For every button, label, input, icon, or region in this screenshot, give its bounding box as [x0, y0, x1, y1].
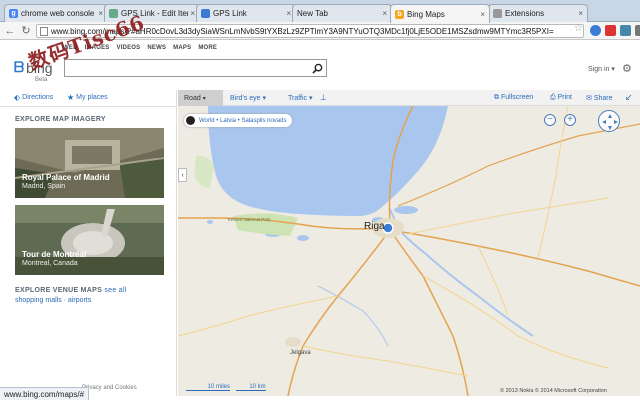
venue-maps-heading: EXPLORE VENUE MAPS see all — [15, 287, 127, 294]
extension-blue-icon[interactable] — [620, 25, 631, 36]
divider — [0, 106, 177, 107]
map-toolbar: Road ▾ Bird's eye ▾ Traffic ▾ ⊥ ⧉ Fullsc… — [178, 90, 640, 106]
city-label-riga: Riga — [364, 221, 385, 232]
traffic-button[interactable]: Traffic ▾ — [288, 94, 313, 102]
tab-new-tab[interactable]: New Tab × — [292, 4, 392, 22]
chevron-left-icon: ‹ — [181, 171, 184, 179]
reload-icon[interactable]: ↻ — [20, 25, 32, 37]
browser-status-bar: www.bing.com/maps/# — [0, 387, 90, 400]
tab-chrome-web-console[interactable]: g chrome web console sto × — [4, 4, 108, 22]
location-breadcrumb[interactable]: World • Latvia • Salaspils novads — [184, 114, 293, 127]
close-icon[interactable]: × — [98, 9, 103, 18]
left-panel: ⬖ Directions ★ My places EXPLORE MAP IMA… — [0, 90, 177, 396]
bing-logo-icon: ᗷ — [14, 59, 25, 75]
nav-videos[interactable]: VIDEOS — [116, 45, 140, 51]
close-icon[interactable]: × — [382, 9, 387, 18]
close-icon[interactable]: × — [578, 9, 583, 18]
close-icon[interactable]: × — [190, 9, 195, 18]
map-pin-icon — [201, 9, 210, 18]
zoom-in-button[interactable]: + — [564, 114, 576, 126]
map-scale: 10 miles 10 km — [186, 384, 266, 391]
map-graphic — [178, 106, 640, 396]
park-label-kemeri: Kemeri National Park — [228, 217, 271, 222]
explore-imagery-heading: EXPLORE MAP IMAGERY — [15, 116, 106, 123]
print-icon: ⎙ — [550, 94, 556, 101]
google-icon: g — [9, 9, 18, 18]
print-button[interactable]: ⎙ Print — [550, 94, 572, 102]
privacy-link[interactable]: Privacy and Cookies — [82, 385, 137, 391]
nav-news[interactable]: NEWS — [147, 45, 166, 51]
tab-bing-maps[interactable]: b Bing Maps × — [390, 4, 490, 23]
browser-tab-strip: g chrome web console sto × GPS Link - Ed… — [0, 0, 640, 23]
extension-red-icon[interactable] — [605, 25, 616, 36]
map-canvas[interactable]: Riga Jelgava Kemeri National Park World … — [178, 106, 640, 396]
share-icon: ✉ — [586, 95, 592, 102]
extension-icons — [590, 25, 640, 36]
close-icon[interactable]: × — [286, 9, 291, 18]
bing-icon: b — [395, 9, 404, 19]
directions-link[interactable]: ⬖ Directions — [14, 93, 53, 102]
search-button[interactable] — [308, 60, 326, 76]
gps-extension-icon[interactable] — [590, 25, 601, 36]
globe-icon — [186, 116, 195, 125]
venue-links[interactable]: shopping malls · airports — [15, 297, 91, 304]
fullscreen-button[interactable]: ⧉ Fullscreen — [494, 94, 533, 102]
star-icon: ★ — [67, 93, 75, 102]
chevron-down-icon: ▾ — [202, 95, 206, 102]
fullscreen-icon: ⧉ — [494, 94, 499, 101]
collapse-arrow-icon[interactable]: ↙ — [625, 92, 633, 103]
road-view-button[interactable]: Road ▾ — [178, 90, 223, 106]
page-icon — [40, 27, 48, 36]
birds-eye-button[interactable]: Bird's eye ▾ — [230, 94, 266, 102]
pin-icon[interactable]: ⊥ — [320, 93, 327, 102]
compass-navigator[interactable] — [598, 110, 620, 132]
close-icon[interactable]: × — [480, 10, 485, 19]
card-tour-de-montreal[interactable]: Tour de Montréal Montreal, Canada — [15, 205, 164, 275]
city-label-jelgava: Jelgava — [290, 350, 311, 356]
my-places-link[interactable]: ★ My places — [67, 93, 108, 102]
search-icon — [311, 63, 322, 74]
tab-gps-link[interactable]: GPS Link × — [196, 4, 296, 22]
gear-icon[interactable]: ⚙ — [622, 62, 632, 75]
panel-collapse-button[interactable]: ‹ — [178, 168, 187, 182]
zoom-out-button[interactable]: − — [544, 114, 556, 126]
share-button[interactable]: ✉ Share — [586, 94, 613, 102]
menu-icon[interactable] — [635, 25, 640, 36]
map-copyright: © 2013 Nokia © 2014 Microsoft Corporatio… — [500, 388, 607, 394]
sign-in-link[interactable]: Sign in ▾ — [588, 65, 615, 73]
search-input[interactable] — [64, 59, 327, 77]
puzzle-icon — [493, 9, 502, 18]
directions-icon: ⬖ — [14, 93, 21, 102]
tab-extensions[interactable]: Extensions × — [488, 4, 588, 22]
nav-maps[interactable]: MAPS — [173, 45, 191, 51]
beta-label: Beta — [35, 77, 48, 83]
card-royal-palace[interactable]: Royal Palace of Madrid Madrid, Spain — [15, 128, 164, 198]
see-all-link[interactable]: see all — [104, 287, 126, 294]
back-icon[interactable]: ← — [4, 25, 16, 37]
bookmark-star-icon[interactable]: ☆ — [574, 23, 583, 34]
nav-more[interactable]: MORE — [198, 45, 217, 51]
compass-icon — [602, 114, 618, 130]
